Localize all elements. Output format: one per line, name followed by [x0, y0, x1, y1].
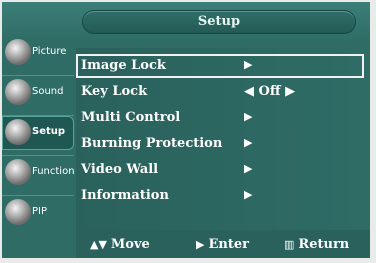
- up-down-icon: ▲▼: [90, 238, 107, 251]
- chevron-right-icon: ▶: [244, 58, 253, 71]
- page-title: Setup: [197, 14, 241, 29]
- chevron-right-icon: ▶: [244, 162, 253, 175]
- tab-label: Picture: [32, 46, 67, 57]
- footer-help: ▲▼ Move ▶ Enter ▥ Return: [76, 230, 370, 258]
- menu-item-video-wall[interactable]: Video Wall ▶: [76, 158, 364, 182]
- menu-item-label: Information: [81, 188, 169, 203]
- footer-move-label: Move: [110, 237, 150, 252]
- footer-enter-label: Enter: [208, 237, 249, 252]
- chevron-right-icon: ▶: [244, 188, 253, 201]
- footer-return: ▥ Return: [284, 237, 349, 252]
- menu-panel: Image Lock ▶ Key Lock ◀ Off ▶ Multi Cont…: [76, 48, 366, 230]
- menu-item-multi-control[interactable]: Multi Control ▶: [76, 106, 364, 130]
- key-lock-control[interactable]: ◀ Off ▶: [244, 84, 295, 99]
- menu-item-label: Video Wall: [81, 162, 159, 177]
- osd-frame: Setup Picture Sound Setup Function PIP I…: [0, 0, 376, 263]
- menu-item-label: Burning Protection: [81, 136, 223, 151]
- tab-label: Function: [32, 166, 75, 177]
- sound-icon: [5, 79, 31, 105]
- key-lock-value: Off: [258, 84, 281, 99]
- footer-enter: ▶ Enter: [196, 237, 249, 252]
- osd-screen: Setup Picture Sound Setup Function PIP I…: [2, 2, 370, 258]
- chevron-right-icon: ▶: [244, 136, 253, 149]
- tab-label: Sound: [32, 86, 64, 97]
- menu-item-image-lock[interactable]: Image Lock ▶: [76, 54, 364, 78]
- chevron-left-icon: ◀: [244, 84, 254, 99]
- tab-sound[interactable]: Sound: [2, 76, 74, 110]
- tab-setup[interactable]: Setup: [2, 116, 74, 150]
- picture-icon: [5, 39, 31, 65]
- chevron-right-icon: ▶: [285, 84, 296, 99]
- function-icon: [5, 159, 31, 185]
- title-pill: Setup: [82, 10, 356, 34]
- menu-item-key-lock[interactable]: Key Lock ◀ Off ▶: [76, 80, 364, 104]
- menu-item-label: Image Lock: [81, 58, 166, 73]
- enter-icon: ▶: [196, 238, 205, 251]
- footer-move: ▲▼ Move: [90, 237, 150, 252]
- return-icon: ▥: [284, 238, 295, 251]
- tab-picture[interactable]: Picture: [2, 36, 74, 70]
- tab-label: Setup: [32, 126, 66, 137]
- menu-item-information[interactable]: Information ▶: [76, 184, 364, 208]
- chevron-right-icon: ▶: [244, 110, 253, 123]
- menu-item-label: Key Lock: [81, 84, 148, 99]
- tab-pip[interactable]: PIP: [2, 196, 74, 230]
- menu-item-burning-protection[interactable]: Burning Protection ▶: [76, 132, 364, 156]
- footer-return-label: Return: [298, 237, 350, 252]
- tab-function[interactable]: Function: [2, 156, 75, 190]
- tab-label: PIP: [32, 206, 48, 217]
- pip-icon: [5, 199, 31, 225]
- setup-icon: [5, 119, 31, 145]
- tab-column: Picture Sound Setup Function PIP: [2, 36, 76, 236]
- menu-item-label: Multi Control: [81, 110, 181, 125]
